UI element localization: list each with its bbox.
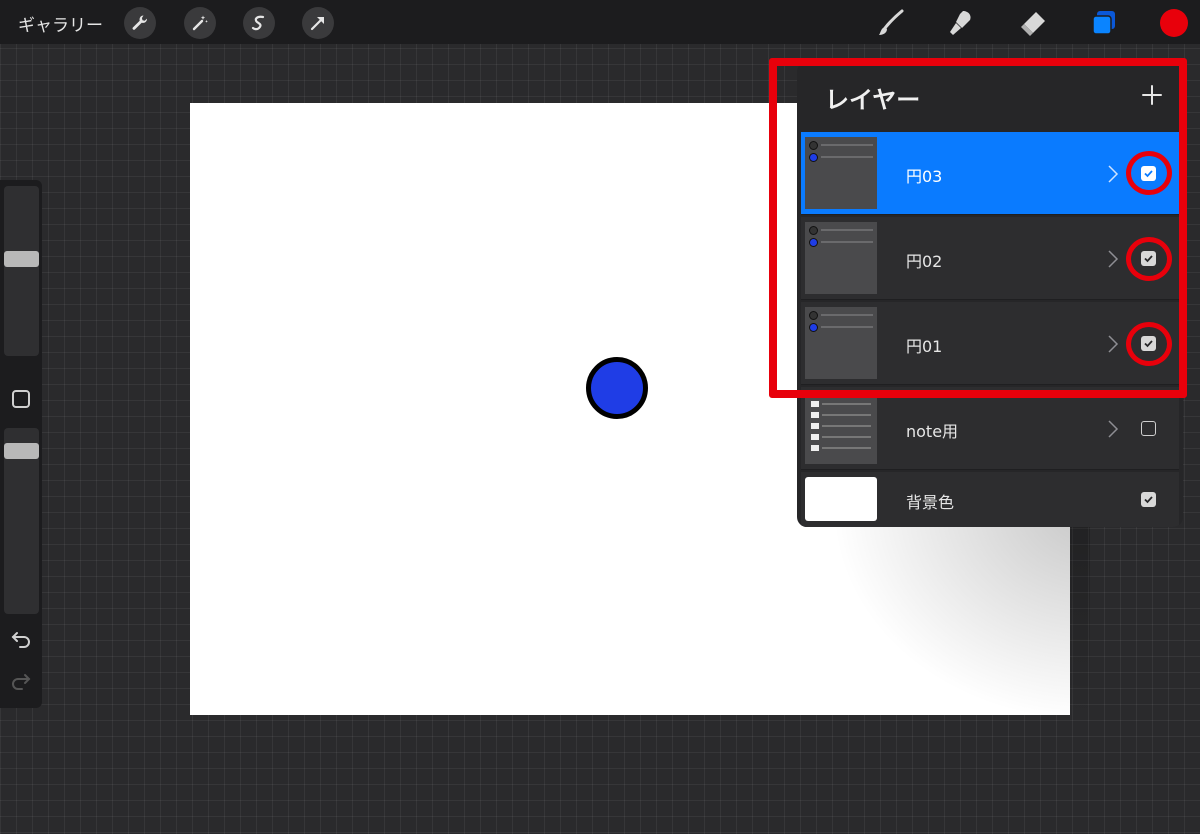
opacity-handle[interactable] <box>4 443 39 459</box>
left-sidebar <box>0 180 42 708</box>
brush-size-slider[interactable] <box>4 186 39 356</box>
smudge-icon[interactable] <box>944 6 978 40</box>
brush-icon[interactable] <box>874 6 908 40</box>
modify-button[interactable] <box>12 390 30 408</box>
transform-arrow-icon[interactable] <box>302 7 334 39</box>
layers-icon[interactable] <box>1087 6 1121 40</box>
background-color-swatch <box>805 477 877 521</box>
layer-name: note用 <box>906 422 959 441</box>
gallery-button[interactable]: ギャラリー <box>18 11 103 36</box>
layer-visibility-checkbox[interactable] <box>1141 421 1156 436</box>
annotation-highlight-box <box>769 58 1187 398</box>
eraser-icon[interactable] <box>1016 6 1050 40</box>
magic-wand-icon[interactable] <box>184 7 216 39</box>
layer-name: 背景色 <box>906 493 955 512</box>
redo-icon[interactable] <box>10 670 32 692</box>
annotation-circle <box>1126 237 1172 281</box>
selection-icon[interactable] <box>243 7 275 39</box>
brush-size-handle[interactable] <box>4 251 39 267</box>
layer-thumbnail <box>805 392 877 464</box>
annotation-circle <box>1126 151 1172 195</box>
chevron-right-icon[interactable] <box>1107 419 1119 439</box>
wrench-icon[interactable] <box>124 7 156 39</box>
undo-icon[interactable] <box>10 628 32 650</box>
blue-circle-shape <box>586 357 648 419</box>
layer-row-background-color[interactable]: 背景色 <box>801 472 1179 527</box>
layer-row-note[interactable]: note用 <box>801 387 1179 470</box>
color-picker-button[interactable] <box>1160 9 1188 37</box>
annotation-circle <box>1126 322 1172 366</box>
top-toolbar: ギャラリー <box>0 0 1200 44</box>
layer-visibility-checkbox[interactable] <box>1141 492 1156 507</box>
